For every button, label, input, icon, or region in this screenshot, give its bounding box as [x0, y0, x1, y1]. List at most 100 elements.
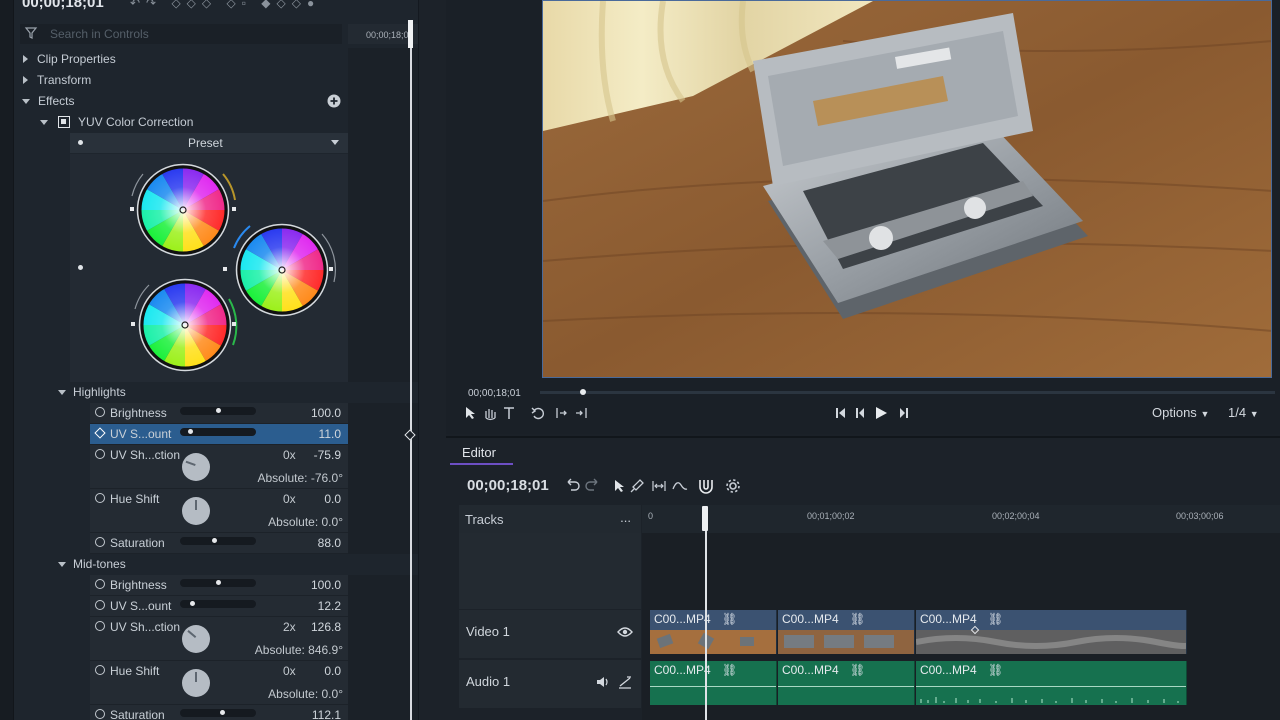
- scrubber-handle[interactable]: [580, 389, 586, 395]
- uv-direction-knob[interactable]: [182, 453, 210, 481]
- slider-thumb[interactable]: [220, 710, 225, 715]
- yuv-effect-row[interactable]: YUV Color Correction: [14, 112, 348, 133]
- saturation-slider[interactable]: [180, 709, 256, 717]
- param-value[interactable]: 100.0: [311, 578, 341, 592]
- collapse-arrow-icon[interactable]: [40, 120, 48, 125]
- viewer-scrubber[interactable]: [540, 391, 1275, 394]
- param-value[interactable]: 100.0: [311, 406, 341, 420]
- uv-amount-slider[interactable]: [180, 428, 256, 436]
- keyframe-diamond-icon[interactable]: [94, 427, 106, 439]
- highlights-uv-direction-row[interactable]: UV Sh...ction 0x -75.9 Absolute: -76.0°: [90, 445, 348, 489]
- search-controls-input[interactable]: Search in Controls: [20, 24, 342, 44]
- param-label: Hue Shift: [110, 664, 160, 678]
- options-dropdown[interactable]: Options ▼: [1152, 405, 1209, 420]
- audio-clip[interactable]: C00...MP4 ⛓: [916, 661, 1187, 705]
- keyframe-toggle-icon[interactable]: [95, 665, 105, 675]
- tab-editor[interactable]: Editor: [462, 445, 496, 460]
- midtones-section[interactable]: Mid-tones: [14, 554, 418, 575]
- color-wheels[interactable]: [70, 154, 348, 382]
- zoom-ratio-dropdown[interactable]: 1/4 ▼: [1228, 405, 1259, 420]
- midtones-brightness-row[interactable]: Brightness 100.0: [90, 575, 348, 596]
- slider-thumb[interactable]: [216, 580, 221, 585]
- slider-thumb[interactable]: [190, 601, 195, 606]
- param-multiplier[interactable]: 0x: [283, 492, 296, 506]
- volume-line[interactable]: [650, 686, 776, 687]
- audio-track-header[interactable]: Audio 1: [459, 660, 641, 708]
- tracks-menu-button[interactable]: ...: [620, 510, 631, 525]
- param-multiplier[interactable]: 0x: [283, 664, 296, 678]
- video-clip[interactable]: C00...MP4 ⛓: [916, 610, 1187, 654]
- slider-thumb[interactable]: [216, 408, 221, 413]
- param-multiplier[interactable]: 0x: [283, 448, 296, 462]
- controls-playhead[interactable]: [410, 20, 412, 720]
- keyframe-toggle-icon[interactable]: [95, 709, 105, 719]
- filter-icon[interactable]: [24, 26, 38, 40]
- highlights-saturation-row[interactable]: Saturation 88.0: [90, 533, 348, 554]
- midtones-uv-direction-row[interactable]: UV Sh...ction 2x 126.8 Absolute: 846.9°: [90, 617, 348, 661]
- timeline-ruler[interactable]: 0 00;01;00;02 00;02;00;04 00;03;00;06: [642, 505, 1280, 533]
- collapse-arrow-icon[interactable]: [22, 99, 30, 104]
- speaker-icon[interactable]: [596, 676, 610, 688]
- param-value[interactable]: 0.0: [324, 664, 341, 678]
- saturation-slider[interactable]: [180, 537, 256, 545]
- add-effect-icon[interactable]: [327, 94, 341, 108]
- expand-arrow-icon[interactable]: [23, 76, 28, 84]
- effect-enable-checkbox[interactable]: [58, 116, 70, 128]
- highlights-uv-amount-row[interactable]: UV S...ount 11.0: [90, 424, 348, 445]
- controls-playhead-handle[interactable]: [408, 20, 413, 48]
- param-value[interactable]: -75.9: [314, 448, 341, 462]
- keyframe-toggle-icon[interactable]: [95, 537, 105, 547]
- transform-row[interactable]: Transform: [14, 70, 348, 91]
- keyframe-toggle-icon[interactable]: [95, 449, 105, 459]
- uv-direction-knob[interactable]: [182, 625, 210, 653]
- slider-thumb[interactable]: [188, 429, 193, 434]
- clip-properties-row[interactable]: Clip Properties: [14, 49, 348, 70]
- keyframe-toggle-icon[interactable]: [95, 579, 105, 589]
- video-clip[interactable]: C00...MP4 ⛓: [778, 610, 915, 654]
- keyframe-toggle-icon[interactable]: [95, 407, 105, 417]
- midtones-uv-amount-row[interactable]: UV S...ount 12.2: [90, 596, 348, 617]
- param-value[interactable]: 88.0: [318, 536, 341, 550]
- brightness-slider[interactable]: [180, 579, 256, 587]
- collapse-arrow-icon[interactable]: [58, 390, 66, 395]
- keyframe-toggle-icon[interactable]: [95, 600, 105, 610]
- keyframe-dot-icon[interactable]: [78, 140, 83, 145]
- keyframe-toggle-icon[interactable]: [95, 493, 105, 503]
- video-preview[interactable]: [542, 0, 1272, 378]
- video-track-header[interactable]: Video 1: [459, 610, 641, 658]
- preset-dropdown[interactable]: Preset: [70, 133, 348, 153]
- param-value[interactable]: 11.0: [319, 427, 341, 441]
- collapse-arrow-icon[interactable]: [58, 562, 66, 567]
- timeline-playhead-handle[interactable]: [702, 506, 708, 531]
- param-value[interactable]: 0.0: [324, 492, 341, 506]
- expand-arrow-icon[interactable]: [23, 55, 28, 63]
- highlights-hue-shift-row[interactable]: Hue Shift 0x 0.0 Absolute: 0.0°: [90, 489, 348, 533]
- keyframe-toggle-icon[interactable]: [95, 621, 105, 631]
- param-value[interactable]: 12.2: [318, 599, 341, 613]
- volume-line[interactable]: [916, 686, 1186, 687]
- audio-mixer-icon[interactable]: [617, 674, 633, 690]
- keyframe-toolbar[interactable]: ↶↷ ◇◇◇ ◇▫ ◆◇◇●: [130, 0, 320, 10]
- midtones-saturation-row[interactable]: Saturation 112.1: [90, 705, 348, 720]
- eye-icon[interactable]: [617, 626, 633, 638]
- uv-amount-slider[interactable]: [180, 600, 256, 608]
- param-value[interactable]: 112.1: [312, 708, 341, 720]
- midtones-hue-shift-row[interactable]: Hue Shift 0x 0.0 Absolute: 0.0°: [90, 661, 348, 705]
- highlights-section[interactable]: Highlights: [14, 382, 418, 403]
- volume-line[interactable]: [778, 686, 914, 687]
- highlights-title: Highlights: [73, 385, 126, 399]
- audio-clip[interactable]: C00...MP4 ⛓: [778, 661, 915, 705]
- video-clip[interactable]: C00...MP4 ⛓: [650, 610, 777, 654]
- controls-scrollbar[interactable]: [418, 0, 446, 720]
- hue-shift-knob[interactable]: [182, 669, 210, 697]
- hue-shift-knob[interactable]: [182, 497, 210, 525]
- search-placeholder: Search in Controls: [50, 27, 149, 41]
- effects-row[interactable]: Effects: [14, 91, 348, 112]
- highlights-brightness-row[interactable]: Brightness 100.0: [90, 403, 348, 424]
- slider-thumb[interactable]: [212, 538, 217, 543]
- brightness-slider[interactable]: [180, 407, 256, 415]
- audio-clip[interactable]: C00...MP4 ⛓: [650, 661, 777, 705]
- param-multiplier[interactable]: 2x: [283, 620, 296, 634]
- param-value[interactable]: 126.8: [311, 620, 341, 634]
- timeline-playhead[interactable]: [705, 510, 707, 720]
